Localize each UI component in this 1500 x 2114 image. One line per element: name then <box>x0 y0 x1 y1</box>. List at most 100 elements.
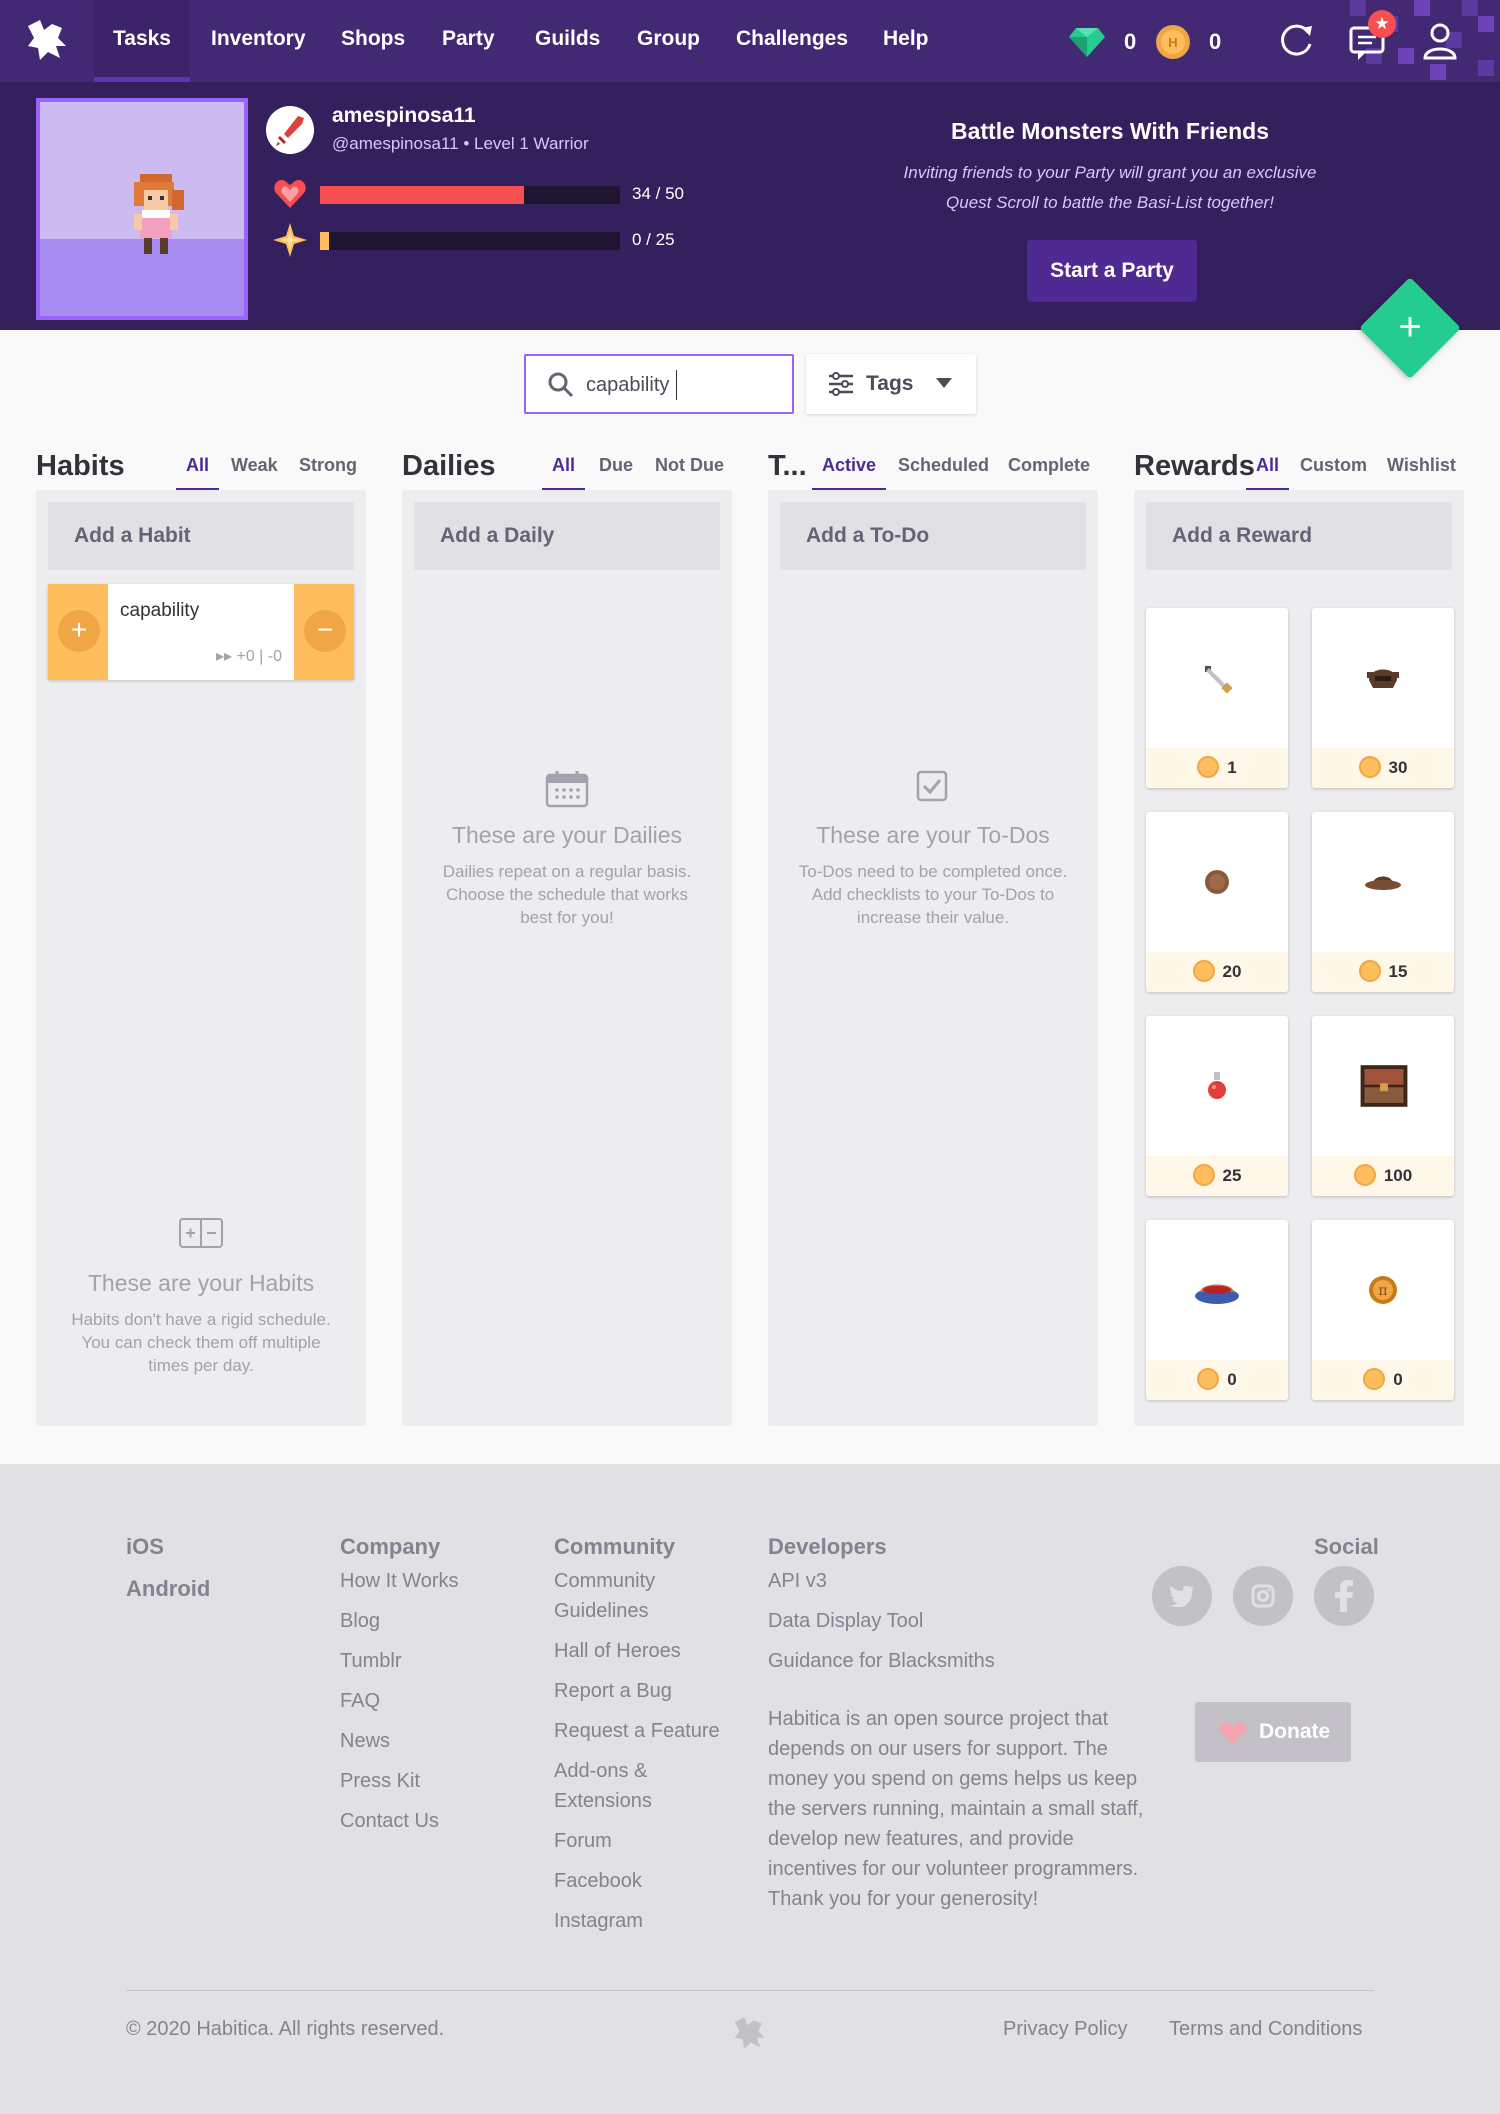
footer-link-data-display-tool[interactable]: Data Display Tool <box>768 1606 923 1636</box>
reward-item-hat[interactable]: 15 <box>1312 812 1454 992</box>
armoire-chest-icon <box>1360 1065 1408 1107</box>
footer-social-title: Social <box>1314 1534 1379 1559</box>
footer-link-how-it-works[interactable]: How It Works <box>340 1566 459 1596</box>
reward-item-health-potion[interactable]: 25 <box>1146 1016 1288 1196</box>
habits-empty-text: Habits don't have a rigid schedule. You … <box>71 1310 331 1375</box>
add-daily-input[interactable]: Add a Daily <box>414 502 720 570</box>
dailies-tab-due[interactable]: Due <box>599 455 633 488</box>
todos-tab-complete[interactable]: Complete <box>1008 455 1090 488</box>
habitica-footer-logo-icon <box>734 2017 765 2049</box>
sync-icon[interactable] <box>1276 20 1316 60</box>
habitica-logo-icon[interactable] <box>22 16 70 64</box>
footer-link-tumblr[interactable]: Tumblr <box>340 1646 401 1676</box>
footer-link-blacksmiths[interactable]: Guidance for Blacksmiths <box>768 1646 995 1676</box>
habit-minus-button[interactable]: − <box>294 584 354 680</box>
footer-terms-link[interactable]: Terms and Conditions <box>1169 2018 1362 2041</box>
rewards-tab-custom[interactable]: Custom <box>1300 455 1367 488</box>
footer-link-news[interactable]: News <box>340 1726 390 1756</box>
footer-link-request-feature[interactable]: Request a Feature <box>554 1716 720 1746</box>
gold-counter[interactable]: H 0 <box>1155 22 1221 62</box>
donate-button[interactable]: Donate <box>1195 1702 1351 1762</box>
tags-label: Tags <box>866 372 914 395</box>
user-icon[interactable] <box>1420 20 1460 60</box>
gems-count: 0 <box>1124 29 1137 54</box>
footer-ios-link[interactable]: iOS <box>126 1534 164 1560</box>
reward-item-sword[interactable]: 1 <box>1146 608 1288 788</box>
instagram-button[interactable] <box>1233 1566 1293 1626</box>
reward-item-shield[interactable]: 20 <box>1146 812 1288 992</box>
experience-bar-fill <box>320 232 329 250</box>
reward-price: 20 <box>1146 952 1288 992</box>
nav-shops[interactable]: Shops <box>341 0 405 82</box>
add-todo-input[interactable]: Add a To-Do <box>780 502 1086 570</box>
user-level: Level 1 Warrior <box>474 134 589 153</box>
gold-coin-icon <box>1192 960 1215 983</box>
habit-plus-button[interactable]: + <box>48 584 108 680</box>
nav-guilds[interactable]: Guilds <box>535 0 600 82</box>
dailies-tab-all[interactable]: All <box>542 455 586 491</box>
start-party-button[interactable]: Start a Party <box>1027 240 1197 302</box>
rewards-tab-all[interactable]: All <box>1246 455 1290 491</box>
nav-help[interactable]: Help <box>883 0 929 82</box>
party-promo-title: Battle Monsters With Friends <box>951 118 1269 144</box>
gold-coin-icon <box>1197 756 1220 779</box>
fast-forward-icon: ▸▸ <box>215 648 237 665</box>
shield-icon <box>1205 870 1229 894</box>
pie-icon <box>1195 1284 1239 1304</box>
tags-filter-button[interactable]: Tags <box>806 354 976 414</box>
reward-item-armoire[interactable]: 100 <box>1312 1016 1454 1196</box>
nav-group[interactable]: Group <box>637 0 700 82</box>
footer-link-community-guidelines[interactable]: Community Guidelines <box>554 1566 694 1626</box>
reward-price-value: 15 <box>1388 962 1408 981</box>
footer-link-blog[interactable]: Blog <box>340 1606 380 1636</box>
gem-icon <box>1069 28 1105 57</box>
hat-icon <box>1365 876 1401 890</box>
todos-title: T... <box>768 450 807 482</box>
todos-tab-scheduled[interactable]: Scheduled <box>898 455 989 488</box>
footer-link-instagram[interactable]: Instagram <box>554 1906 643 1936</box>
dailies-tab-not-due[interactable]: Not Due <box>655 455 724 488</box>
rewards-tab-wishlist[interactable]: Wishlist <box>1387 455 1456 488</box>
donate-label: Donate <box>1259 1720 1331 1743</box>
footer-link-press-kit[interactable]: Press Kit <box>340 1766 420 1796</box>
gems-counter[interactable]: 0 <box>1068 22 1136 62</box>
reward-price-value: 20 <box>1222 962 1242 981</box>
add-reward-input[interactable]: Add a Reward <box>1146 502 1452 570</box>
dailies-title: Dailies <box>402 450 496 482</box>
footer-link-hall-of-heroes[interactable]: Hall of Heroes <box>554 1636 681 1666</box>
footer-link-addons[interactable]: Add-ons & Extensions <box>554 1756 694 1816</box>
habits-tab-weak[interactable]: Weak <box>231 455 278 488</box>
warrior-class-icon <box>266 106 314 154</box>
reward-item-medal[interactable]: π 0 <box>1312 1220 1454 1400</box>
footer-link-report-bug[interactable]: Report a Bug <box>554 1676 672 1706</box>
add-habit-input[interactable]: Add a Habit <box>48 502 354 570</box>
footer-link-forum[interactable]: Forum <box>554 1826 612 1856</box>
footer-link-facebook[interactable]: Facebook <box>554 1866 642 1896</box>
reward-price-value: 100 <box>1383 1166 1413 1185</box>
nav-inventory[interactable]: Inventory <box>211 0 306 82</box>
footer-developers-title: Developers <box>768 1534 887 1559</box>
nav-tasks[interactable]: Tasks <box>94 0 190 82</box>
avatar[interactable] <box>36 98 248 320</box>
nav-party[interactable]: Party <box>442 0 495 82</box>
facebook-button[interactable] <box>1314 1566 1374 1626</box>
habit-task-text[interactable]: capability <box>120 600 199 622</box>
dailies-empty-text: Dailies repeat on a regular basis. Choos… <box>442 862 692 927</box>
footer-android-link[interactable]: Android <box>126 1576 210 1602</box>
habits-tab-all[interactable]: All <box>176 455 220 491</box>
nav-challenges[interactable]: Challenges <box>736 0 848 82</box>
twitter-button[interactable] <box>1152 1566 1212 1626</box>
reward-item-helmet[interactable]: 30 <box>1312 608 1454 788</box>
reward-price-value: 0 <box>1227 1370 1237 1389</box>
checkbox-icon <box>916 770 948 802</box>
search-input[interactable]: capability <box>524 354 794 414</box>
todos-tab-active[interactable]: Active <box>812 455 887 491</box>
habits-tab-strong[interactable]: Strong <box>299 455 357 488</box>
footer-link-faq[interactable]: FAQ <box>340 1686 380 1716</box>
footer-link-api[interactable]: API v3 <box>768 1566 827 1596</box>
footer-link-contact-us[interactable]: Contact Us <box>340 1806 439 1836</box>
footer-privacy-link[interactable]: Privacy Policy <box>1003 2018 1127 2041</box>
habits-column: Add a Habit + capability ▸▸ +0 | -0 − Th… <box>36 490 366 1426</box>
reward-item-pie[interactable]: 0 <box>1146 1220 1288 1400</box>
habit-task-card[interactable]: + capability ▸▸ +0 | -0 − <box>48 584 354 680</box>
